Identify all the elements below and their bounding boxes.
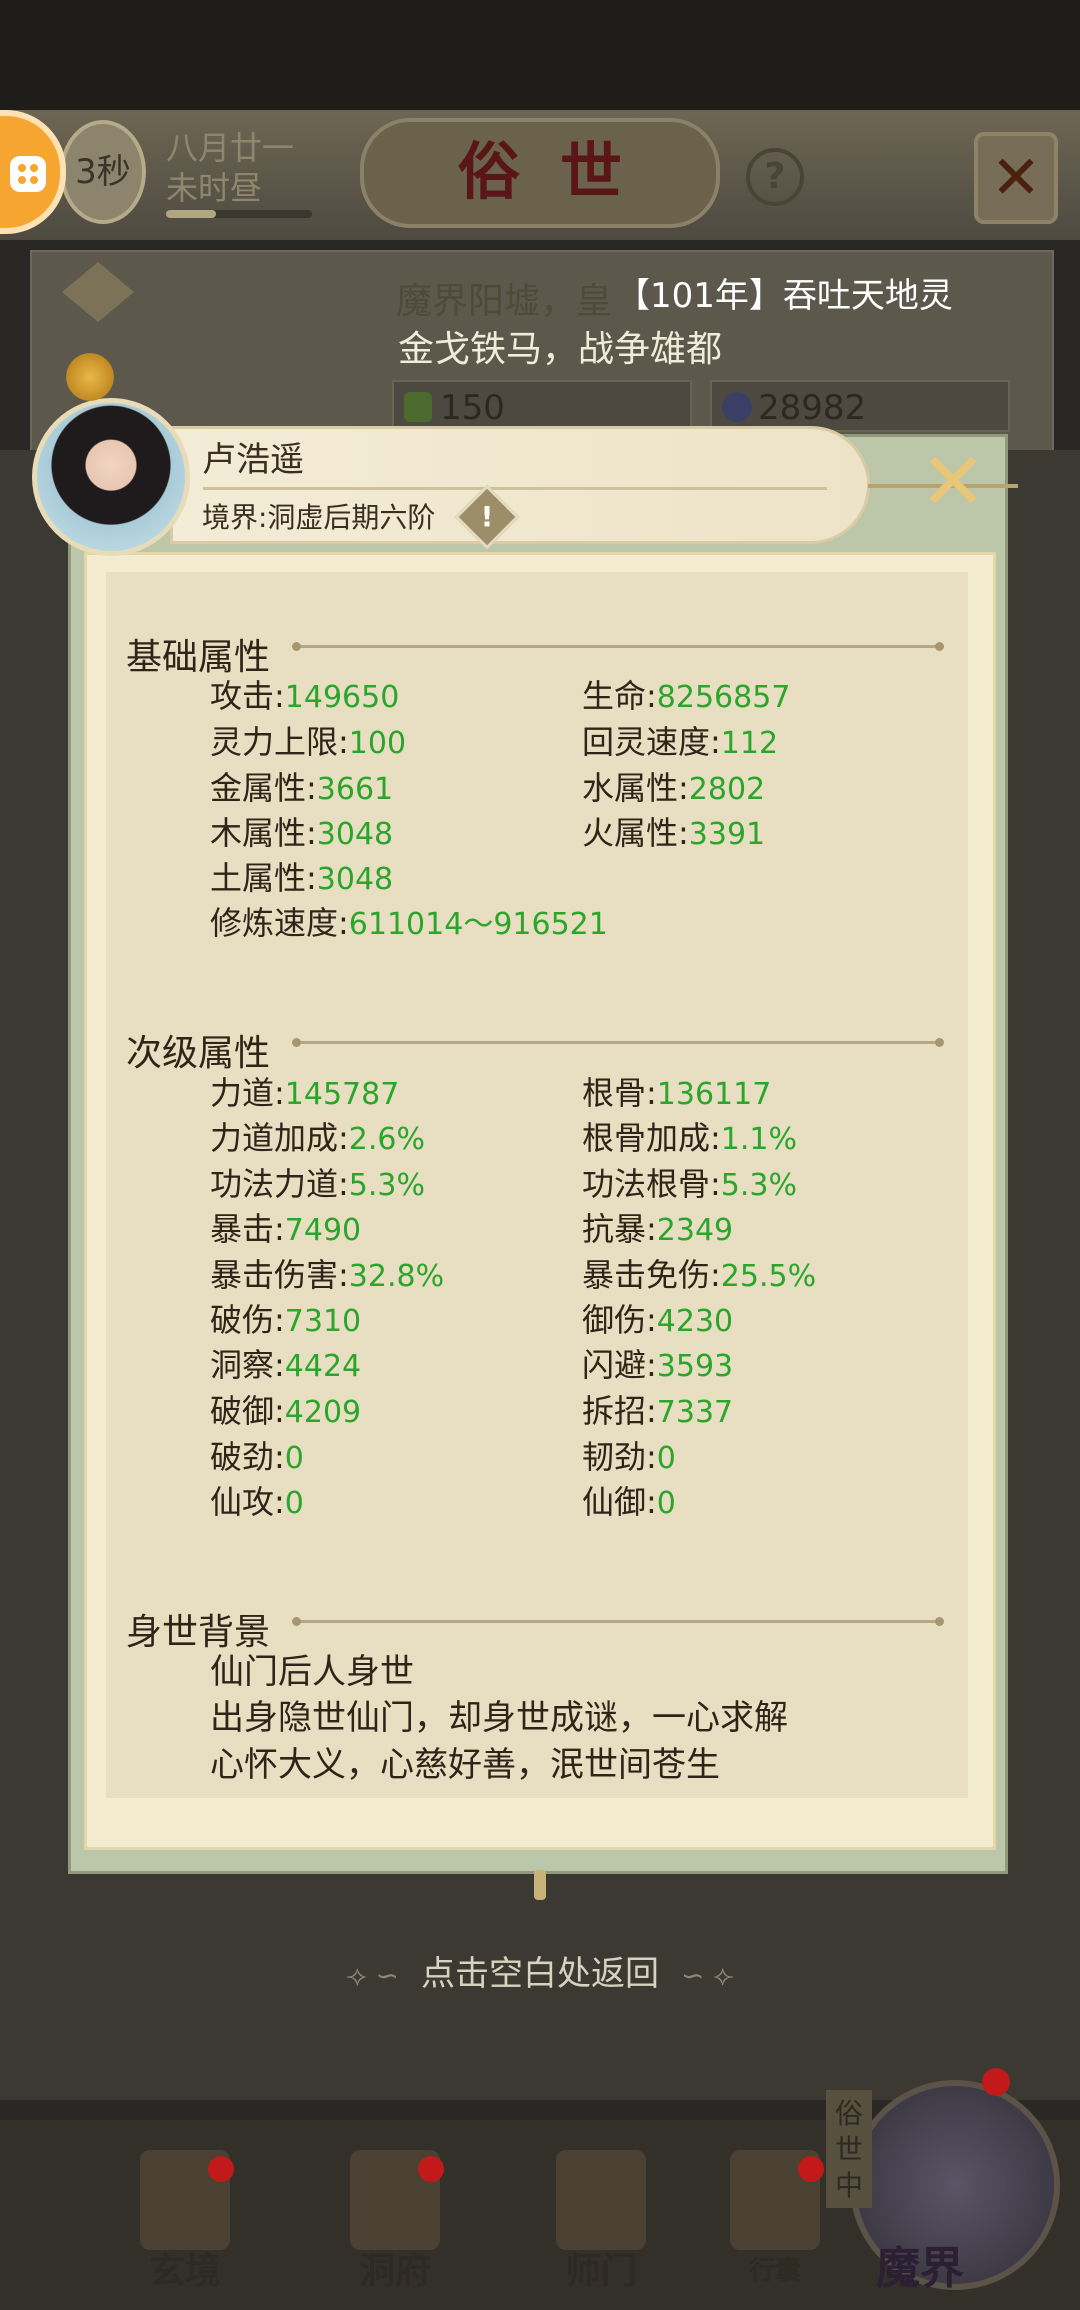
- basic-stats-title: 基础属性: [126, 637, 271, 678]
- stat-break-toughness: 破劲:0: [210, 1438, 304, 1476]
- character-name: 卢浩遥: [202, 440, 304, 480]
- background-line: 心怀大义，心慈好善，泯世间苍生: [210, 1745, 720, 1785]
- stat-break-defense: 破御:4209: [210, 1392, 362, 1430]
- stat-earth: 土属性:3048: [210, 859, 394, 897]
- stat-mana-cap: 灵力上限:100: [210, 723, 407, 761]
- stat-skill-strength: 功法力道:5.3%: [210, 1165, 426, 1203]
- section-divider: [292, 1617, 944, 1626]
- stat-crit-resist: 抗暴:2349: [582, 1210, 734, 1248]
- stat-toughness: 韧劲:0: [582, 1438, 676, 1476]
- time-progress: [166, 210, 312, 218]
- notification-dot: [208, 2156, 234, 2182]
- stat-crit-damage: 暴击伤害:32.8%: [210, 1256, 445, 1294]
- stat-immortal-defense: 仙御:0: [582, 1483, 676, 1521]
- coin-icon: [722, 392, 752, 422]
- crossed-swords-button[interactable]: ✕: [974, 132, 1058, 224]
- nav-dongfu[interactable]: 洞府: [330, 2150, 450, 2300]
- pin-ornament: [534, 1870, 546, 1900]
- avatar: [32, 398, 190, 556]
- exclamation-icon[interactable]: !: [464, 494, 510, 540]
- stat-strength: 力道:145787: [210, 1074, 400, 1112]
- stat-water: 水属性:2802: [582, 769, 766, 807]
- stat-dodge: 闪避:3593: [582, 1346, 734, 1384]
- resource-jade: 150: [392, 380, 692, 432]
- stat-skill-constitution: 功法根骨:5.3%: [582, 1165, 798, 1203]
- section-divider: [292, 1038, 944, 1047]
- moshi-label[interactable]: 魔界: [876, 2232, 964, 2296]
- background-title: 身世背景: [126, 1612, 271, 1653]
- stat-crit: 暴击:7490: [210, 1210, 362, 1248]
- notification-dot: [418, 2156, 444, 2182]
- jade-icon: [404, 392, 432, 422]
- dots-icon: [10, 156, 46, 192]
- stat-constitution-bonus: 根骨加成:1.1%: [582, 1119, 798, 1157]
- stat-pierce: 破伤:7310: [210, 1301, 362, 1339]
- stat-attack: 攻击:149650: [210, 677, 400, 715]
- stat-wood: 木属性:3048: [210, 814, 394, 852]
- stat-immortal-attack: 仙攻:0: [210, 1483, 304, 1521]
- nav-shimen[interactable]: 师门: [536, 2150, 656, 2300]
- help-button[interactable]: ?: [746, 148, 804, 206]
- nav-xingnang[interactable]: 行囊: [710, 2150, 830, 2300]
- character-realm: 境界:洞虚后期六阶: [202, 501, 436, 534]
- resource-coin: 28982: [710, 380, 1010, 432]
- secondary-stats-title: 次级属性: [126, 1033, 271, 1074]
- stat-mana-regen: 回灵速度:112: [582, 723, 779, 761]
- timer: 3秒: [60, 120, 146, 224]
- stat-parry: 拆招:7337: [582, 1392, 734, 1430]
- stat-insight: 洞察:4424: [210, 1346, 362, 1384]
- stat-cultivation-speed: 修炼速度:611014～916521: [210, 904, 608, 942]
- page-title: 俗世: [360, 118, 720, 228]
- section-divider: [292, 642, 944, 651]
- date-line1: 八月廿一: [166, 129, 295, 167]
- stat-crit-damage-reduction: 暴击免伤:25.5%: [582, 1256, 817, 1294]
- game-date: 八月廿一 未时昼: [166, 128, 294, 208]
- banner-icon: [556, 2150, 646, 2250]
- event-title: 【101年】吞吐天地灵: [616, 276, 953, 316]
- background-line: 出身隐世仙门，却身世成谜，一心求解: [210, 1698, 788, 1738]
- stat-metal: 金属性:3661: [210, 769, 394, 807]
- stat-hp: 生命:8256857: [582, 677, 791, 715]
- close-button[interactable]: ✕: [914, 442, 992, 524]
- hair-ornament-icon: [60, 352, 120, 402]
- event-description: 金戈铁马，战争雄都: [398, 329, 723, 370]
- date-line2: 未时昼: [166, 169, 263, 207]
- status-bar: [0, 0, 1080, 110]
- stat-fire: 火属性:3391: [582, 814, 766, 852]
- return-hint[interactable]: ⟢ ∽ 点击空白处返回 ∽ ⟣: [0, 1946, 1080, 1995]
- stat-guard: 御伤:4230: [582, 1301, 734, 1339]
- stat-constitution: 根骨:136117: [582, 1074, 772, 1112]
- event-location: 魔界阳墟，皇: [396, 281, 613, 322]
- moshi-status-tag: 俗世中: [826, 2090, 872, 2208]
- background-line: 仙门后人身世: [210, 1652, 414, 1692]
- stat-strength-bonus: 力道加成:2.6%: [210, 1119, 426, 1157]
- nav-xuanjing[interactable]: 玄境: [120, 2150, 240, 2300]
- notification-dot: [798, 2156, 824, 2182]
- notification-dot: [982, 2068, 1010, 2096]
